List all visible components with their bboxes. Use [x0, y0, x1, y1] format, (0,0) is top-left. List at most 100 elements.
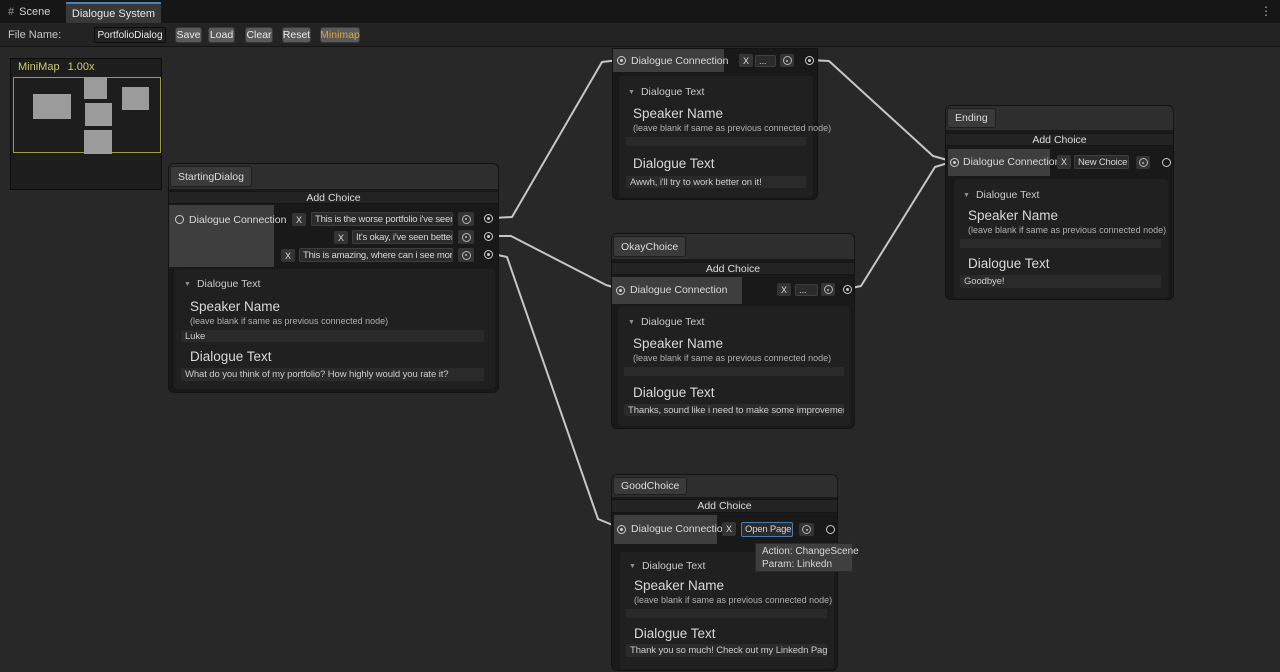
minimap-toggle-button[interactable]: Minimap [320, 27, 360, 43]
foldout-arrow-icon: ▼ [184, 281, 191, 288]
dialogue-text-foldout[interactable]: ▼ Dialogue Text [628, 86, 704, 98]
edge-okay-to-ending[interactable] [847, 162, 951, 289]
node-ending[interactable]: Ending Add Choice Dialogue Connection X … [945, 105, 1174, 300]
delete-choice-button[interactable]: X [1057, 155, 1071, 169]
node-title-field[interactable]: OkayChoice [613, 236, 686, 257]
delete-choice-button[interactable]: X [739, 54, 753, 67]
dialogue-text-foldout[interactable]: ▼ Dialogue Text [628, 316, 704, 328]
output-port[interactable] [843, 285, 852, 294]
speaker-name-field[interactable]: Luke [181, 330, 484, 342]
output-port[interactable] [484, 214, 493, 223]
speaker-name-hint: (leave blank if same as previous connect… [633, 353, 831, 363]
minimap-title: MiniMap 1.00x [18, 61, 95, 73]
speaker-name-field[interactable] [626, 609, 827, 618]
minimap-panel[interactable]: MiniMap 1.00x [10, 58, 162, 190]
input-port[interactable] [950, 158, 959, 167]
node-starting-dialog[interactable]: StartingDialog Add Choice Dialogue Conne… [168, 163, 499, 393]
save-button[interactable]: Save [175, 27, 202, 43]
add-choice-button[interactable]: Add Choice [946, 133, 1173, 146]
file-name-input[interactable]: PortfolioDialog [94, 27, 166, 43]
edge-start-to-okay[interactable] [493, 236, 620, 289]
speaker-name-field[interactable] [626, 137, 806, 146]
tooltip-param-line: Param: Linkedn [762, 558, 846, 571]
gear-icon[interactable] [458, 248, 474, 262]
reset-button[interactable]: Reset [282, 27, 311, 43]
dialogue-editor-window: # Scene Dialogue System ⋮ File Name: Por… [0, 0, 1280, 672]
minimap-node [84, 130, 112, 154]
node-body: ▼ Dialogue Text Speaker Name (leave blan… [619, 76, 813, 197]
dialogue-text-field[interactable]: Thanks, sound like i need to make some i… [624, 404, 844, 416]
delete-choice-button[interactable]: X [334, 231, 348, 244]
output-port[interactable] [484, 232, 493, 241]
choice-text-field[interactable]: ... [755, 55, 776, 67]
clear-button[interactable]: Clear [245, 27, 273, 43]
dialogue-text-field[interactable]: Thank you so much! Check out my Linkedn … [626, 644, 827, 657]
foldout-label: Dialogue Text [976, 189, 1039, 201]
delete-choice-button[interactable]: X [292, 213, 306, 226]
foldout-arrow-icon: ▼ [629, 563, 636, 570]
speaker-name-label: Speaker Name [190, 299, 280, 314]
output-port[interactable] [805, 56, 814, 65]
input-port[interactable] [617, 56, 626, 65]
choice-text-field-focused[interactable]: Open Page [741, 522, 793, 537]
gear-icon[interactable] [458, 212, 474, 226]
edge-bad-to-ending[interactable] [810, 60, 951, 161]
choice-text-field[interactable]: New Choice [1074, 155, 1129, 169]
toolbar: File Name: PortfolioDialog Save Load Cle… [0, 23, 1280, 47]
gear-icon[interactable] [799, 523, 814, 536]
node-title-field[interactable]: StartingDialog [170, 166, 252, 187]
node-okay-choice[interactable]: OkayChoice Add Choice Dialogue Connectio… [611, 233, 855, 429]
action-tooltip: Action: ChangeScene Param: Linkedn [755, 543, 853, 572]
edge-start-to-bad[interactable] [493, 60, 619, 218]
add-choice-button[interactable]: Add Choice [612, 499, 837, 513]
choice-text-field[interactable]: This is amazing, where can i see more! [299, 248, 453, 262]
gear-icon[interactable] [821, 283, 835, 296]
input-port[interactable] [175, 215, 184, 224]
delete-choice-button[interactable]: X [281, 249, 295, 262]
speaker-name-field[interactable] [624, 367, 844, 376]
speaker-name-hint: (leave blank if same as previous connect… [968, 225, 1166, 235]
choice-text-field[interactable]: It's okay, i've seen better [352, 230, 453, 244]
grid-icon: # [8, 6, 14, 18]
speaker-name-field[interactable] [960, 239, 1161, 248]
kebab-menu-icon[interactable]: ⋮ [1260, 4, 1272, 18]
node-good-choice[interactable]: GoodChoice Add Choice Dialogue Connectio… [611, 474, 838, 671]
speaker-name-label: Speaker Name [633, 106, 723, 121]
dialogue-text-field[interactable]: Goodbye! [960, 275, 1161, 288]
input-port[interactable] [616, 286, 625, 295]
choice-text-field[interactable]: ... [795, 284, 818, 296]
tab-dialogue-system[interactable]: Dialogue System [66, 2, 161, 23]
edge-start-to-good[interactable] [493, 254, 620, 528]
node-title-field[interactable]: Ending [947, 108, 996, 128]
output-port[interactable] [484, 250, 493, 259]
node-body: ▼ Dialogue Text Speaker Name (leave blan… [174, 269, 495, 389]
dialogue-text-foldout[interactable]: ▼ Dialogue Text [963, 189, 1039, 201]
speaker-name-label: Speaker Name [633, 336, 723, 351]
delete-choice-button[interactable]: X [722, 522, 736, 536]
gear-icon[interactable] [1136, 156, 1150, 169]
dialogue-text-field[interactable]: What do you think of my portfolio? How h… [181, 368, 484, 381]
node-body: ▼ Dialogue Text Speaker Name (leave blan… [954, 179, 1168, 298]
node-title-field[interactable]: GoodChoice [613, 477, 687, 495]
delete-choice-button[interactable]: X [777, 283, 791, 296]
dialogue-text-foldout[interactable]: ▼ Dialogue Text [184, 278, 260, 290]
node-bad-response[interactable]: Dialogue Connection X ... ▼ Dialogue Tex… [612, 48, 818, 200]
input-port[interactable] [617, 525, 626, 534]
dialogue-connection-label: Dialogue Connection [189, 214, 286, 226]
tab-scene[interactable]: # Scene [8, 0, 50, 23]
gear-icon[interactable] [780, 54, 794, 67]
output-port[interactable] [1162, 158, 1171, 167]
graph-canvas[interactable]: MiniMap 1.00x StartingDialog Add Choice … [0, 47, 1280, 672]
gear-icon[interactable] [458, 230, 474, 244]
dialogue-text-foldout[interactable]: ▼ Dialogue Text [629, 560, 705, 572]
foldout-label: Dialogue Text [641, 316, 704, 328]
output-port[interactable] [826, 525, 835, 534]
choice-text-field[interactable]: This is the worse portfolio i've seen [311, 212, 453, 226]
add-choice-button[interactable]: Add Choice [612, 262, 854, 275]
add-choice-button[interactable]: Add Choice [169, 191, 498, 204]
load-button[interactable]: Load [208, 27, 235, 43]
dialogue-text-field[interactable]: Awwh, i'll try to work better on it! [626, 176, 806, 188]
foldout-arrow-icon: ▼ [963, 192, 970, 199]
dialogue-text-label: Dialogue Text [190, 349, 272, 364]
foldout-arrow-icon: ▼ [628, 319, 635, 326]
